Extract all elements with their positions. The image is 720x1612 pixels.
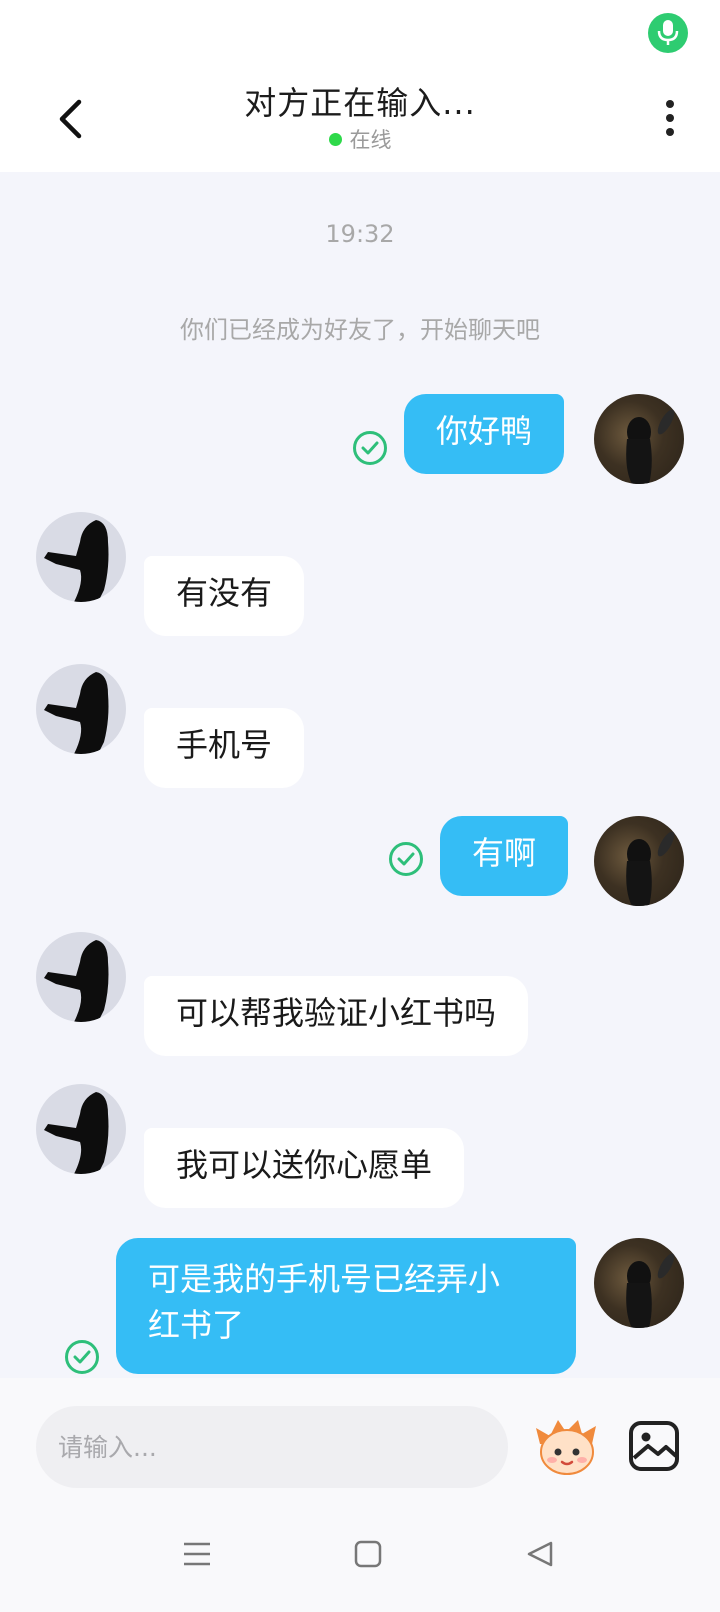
more-vertical-icon	[666, 100, 674, 108]
square-icon	[354, 1540, 382, 1568]
top-bar: 对方正在输入... 在线	[0, 0, 720, 172]
input-bar	[0, 1378, 720, 1490]
more-options-button[interactable]	[650, 92, 690, 144]
system-navigation-bar	[0, 1490, 720, 1612]
back-button[interactable]	[44, 88, 96, 150]
chat-area[interactable]: 19:32 你们已经成为好友了，开始聊天吧 你好鸭 有没有 手机号 有啊 可以帮…	[0, 172, 720, 1378]
my-avatar[interactable]	[594, 816, 684, 906]
image-icon	[629, 1421, 679, 1471]
mic-icon[interactable]	[648, 13, 688, 53]
presence-label: 在线	[349, 128, 392, 152]
check-circle-icon	[353, 431, 387, 465]
message-input[interactable]	[36, 1406, 508, 1488]
message-bubble-received[interactable]: 可以帮我验证小红书吗	[144, 976, 529, 1056]
message-bubble-sent[interactable]: 有啊	[440, 816, 569, 896]
chevron-left-icon	[59, 99, 82, 139]
online-dot-icon	[328, 132, 342, 146]
presence-status: 在线	[160, 124, 560, 154]
message-bubble-received[interactable]: 我可以送你心愿单	[144, 1128, 465, 1208]
triangle-back-icon	[527, 1541, 553, 1567]
message-timestamp: 19:32	[325, 220, 395, 248]
my-avatar[interactable]	[594, 394, 684, 484]
check-circle-icon	[65, 1340, 99, 1374]
emoji-sticker-icon	[536, 1420, 596, 1475]
nav-menu-button[interactable]	[177, 1534, 217, 1574]
nav-home-button[interactable]	[348, 1534, 388, 1574]
message-bubble-received[interactable]: 手机号	[144, 708, 305, 788]
contact-avatar[interactable]	[36, 1084, 126, 1174]
contact-avatar[interactable]	[36, 664, 126, 754]
message-bubble-received[interactable]: 有没有	[144, 556, 305, 636]
contact-avatar[interactable]	[36, 512, 126, 602]
page-title: 对方正在输入...	[244, 84, 476, 122]
emoji-sticker-button[interactable]	[532, 1414, 602, 1478]
contact-avatar[interactable]	[36, 932, 126, 1022]
my-avatar[interactable]	[594, 1238, 684, 1328]
menu-icon	[184, 1542, 210, 1566]
message-bubble-sent[interactable]: 可是我的手机号已经弄小 红书了	[116, 1238, 576, 1374]
image-button[interactable]	[628, 1420, 680, 1472]
message-bubble-sent[interactable]: 你好鸭	[404, 394, 565, 474]
nav-back-button[interactable]	[520, 1534, 560, 1574]
check-circle-icon	[389, 842, 423, 876]
system-message: 你们已经成为好友了，开始聊天吧	[180, 316, 540, 344]
